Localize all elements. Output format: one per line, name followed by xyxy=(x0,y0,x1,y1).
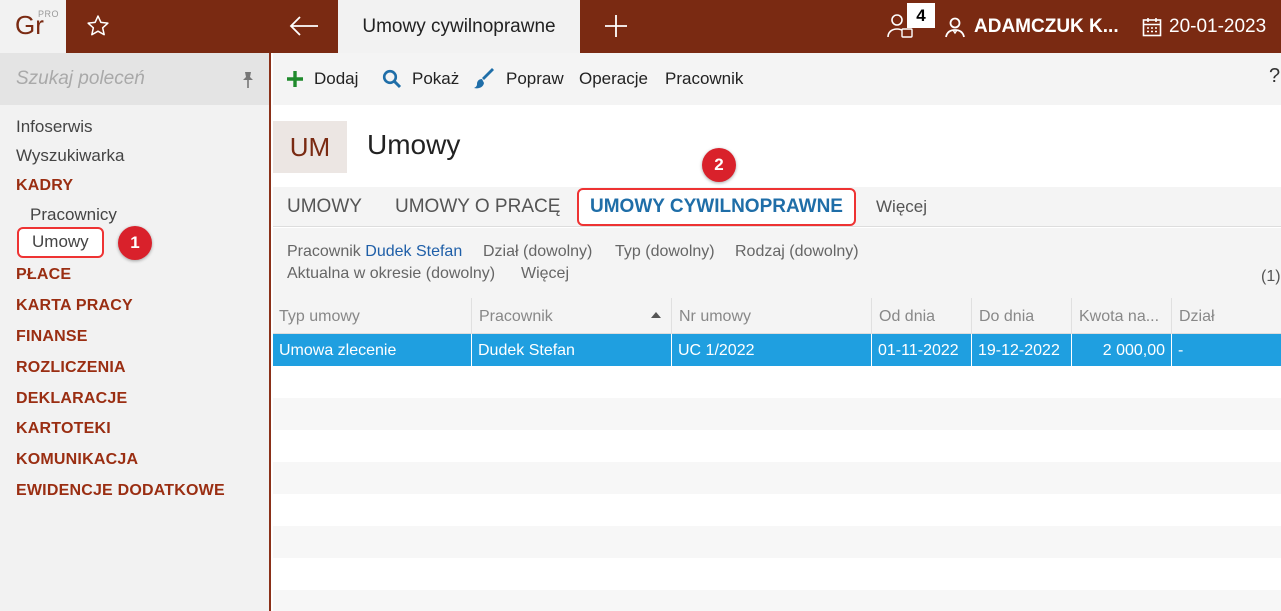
plus-icon xyxy=(605,15,627,37)
help-button[interactable]: ? xyxy=(1269,65,1280,88)
column-header-nr-umowy[interactable]: Nr umowy xyxy=(671,298,871,334)
record-count: (1) xyxy=(1261,268,1281,285)
new-tab-button[interactable] xyxy=(596,8,636,44)
sidebar-item-umowy[interactable]: Umowy xyxy=(17,227,104,258)
calendar-icon xyxy=(1142,17,1162,37)
column-header-pracownik[interactable]: Pracownik xyxy=(471,298,671,334)
tab-umowy-o-prace[interactable]: UMOWY O PRACĘ xyxy=(395,187,560,227)
filter-period[interactable]: Aktualna w okresie (dowolny) xyxy=(287,265,495,283)
tab-umowy-cywilnoprawne[interactable]: UMOWY CYWILNOPRAWNE xyxy=(577,188,856,226)
user-menu[interactable]: ADAMCZUK K... xyxy=(944,0,1119,53)
back-button[interactable] xyxy=(282,8,326,44)
empty-row xyxy=(273,558,1281,590)
tab-umowy[interactable]: UMOWY xyxy=(287,187,362,227)
contracts-grid: Typ umowy Pracownik Nr umowy Od dnia Do … xyxy=(273,298,1281,611)
plus-icon xyxy=(286,70,304,88)
empty-row xyxy=(273,494,1281,526)
sidebar-item-infoserwis[interactable]: Infoserwis xyxy=(16,117,93,137)
operations-button[interactable]: Operacje xyxy=(579,53,648,105)
sidebar: Infoserwis Wyszukiwarka KADRY Pracownicy… xyxy=(0,53,271,611)
current-date: 20-01-2023 xyxy=(1169,15,1267,37)
app-logo[interactable]: Gr PRO xyxy=(0,0,66,53)
module-badge: UM xyxy=(273,121,347,173)
add-label: Dodaj xyxy=(314,69,359,88)
top-bar: Gr PRO Umowy cywilnoprawne 4 ADAMCZUK K.… xyxy=(0,0,1281,53)
sort-ascending-icon xyxy=(651,312,661,318)
user-name: ADAMCZUK K... xyxy=(974,15,1119,37)
empty-row xyxy=(273,398,1281,430)
sidebar-item-wyszukiwarka[interactable]: Wyszukiwarka xyxy=(16,146,124,166)
table-row[interactable]: Umowa zlecenie Dudek Stefan UC 1/2022 01… xyxy=(273,334,1281,366)
cell-pracownik: Dudek Stefan xyxy=(471,334,671,366)
user-icon xyxy=(944,16,966,38)
sidebar-item-pracownicy[interactable]: Pracownicy xyxy=(30,205,117,225)
cell-do-dnia: 19-12-2022 xyxy=(971,334,1071,366)
tab-more[interactable]: Więcej xyxy=(876,187,927,227)
notification-count-badge: 4 xyxy=(907,3,935,28)
show-button[interactable]: Pokaż xyxy=(382,53,459,105)
empty-row xyxy=(273,430,1281,462)
cell-kwota: 2 000,00 xyxy=(1071,334,1171,366)
cell-typ-umowy: Umowa zlecenie xyxy=(279,342,397,359)
page-title: Umowy xyxy=(367,129,461,160)
edit-label: Popraw xyxy=(506,69,564,88)
sidebar-category-kadry[interactable]: KADRY xyxy=(16,177,73,195)
filter-employee-label: Pracownik xyxy=(287,243,361,260)
search-icon xyxy=(382,69,402,89)
arrow-left-icon xyxy=(289,16,318,36)
sidebar-category-kartoteki[interactable]: KARTOTEKI xyxy=(16,420,111,438)
sidebar-category-place[interactable]: PŁACE xyxy=(16,266,71,284)
pin-icon[interactable] xyxy=(240,71,256,89)
filter-more[interactable]: Więcej xyxy=(521,265,569,283)
brush-icon xyxy=(474,68,496,90)
empty-row xyxy=(273,462,1281,494)
cell-dzial: - xyxy=(1171,334,1281,366)
show-label: Pokaż xyxy=(412,69,460,88)
toolbar: Dodaj Pokaż Popraw Operacje Pracownik ? xyxy=(273,53,1281,105)
sidebar-category-rozliczenia[interactable]: ROZLICZENIA xyxy=(16,359,126,377)
command-search-input[interactable] xyxy=(10,63,230,95)
sidebar-category-deklaracje[interactable]: DEKLARACJE xyxy=(16,390,127,408)
favorite-star-button[interactable] xyxy=(78,8,118,44)
sidebar-category-ewidencje-dodatkowe[interactable]: EWIDENCJE DODATKOWE xyxy=(16,482,225,500)
add-button[interactable]: Dodaj xyxy=(286,53,358,105)
column-header-typ-umowy[interactable]: Typ umowy xyxy=(273,298,471,334)
filter-department[interactable]: Dział (dowolny) xyxy=(483,243,592,261)
empty-row xyxy=(273,526,1281,558)
column-header-dzial[interactable]: Dział xyxy=(1171,298,1281,334)
filter-type[interactable]: Typ (dowolny) xyxy=(615,243,715,261)
cell-nr-umowy: UC 1/2022 xyxy=(671,334,871,366)
filter-employee-value: Dudek Stefan xyxy=(365,243,463,260)
logo-pro-label: PRO xyxy=(38,9,60,19)
filter-kind[interactable]: Rodzaj (dowolny) xyxy=(735,243,859,261)
sidebar-category-komunikacja[interactable]: KOMUNIKACJA xyxy=(16,451,138,469)
column-header-od-dnia[interactable]: Od dnia xyxy=(871,298,971,334)
grid-header: Typ umowy Pracownik Nr umowy Od dnia Do … xyxy=(273,298,1281,334)
sidebar-category-finanse[interactable]: FINANSE xyxy=(16,328,88,346)
step-marker-2: 2 xyxy=(702,148,736,182)
employee-button[interactable]: Pracownik xyxy=(665,53,743,105)
filter-employee[interactable]: Pracownik Dudek Stefan xyxy=(287,243,462,261)
column-header-kwota[interactable]: Kwota na... xyxy=(1071,298,1171,334)
empty-row xyxy=(273,590,1281,611)
page-header: UM Umowy xyxy=(273,105,1281,187)
sidebar-category-karta-pracy[interactable]: KARTA PRACY xyxy=(16,297,133,315)
edit-button[interactable]: Popraw xyxy=(474,53,564,105)
tabs-bar: UMOWY UMOWY O PRACĘ UMOWY CYWILNOPRAWNE … xyxy=(273,187,1281,227)
filters-panel: Pracownik Dudek Stefan Dział (dowolny) T… xyxy=(273,228,1281,298)
command-search xyxy=(0,53,269,105)
cell-od-dnia: 01-11-2022 xyxy=(871,334,971,366)
empty-row xyxy=(273,366,1281,398)
star-icon xyxy=(87,15,109,36)
step-marker-1: 1 xyxy=(118,226,152,260)
column-header-do-dnia[interactable]: Do dnia xyxy=(971,298,1071,334)
date-selector[interactable]: 20-01-2023 xyxy=(1142,0,1266,53)
window-tab-umowy-cywilnoprawne[interactable]: Umowy cywilnoprawne xyxy=(338,0,580,53)
